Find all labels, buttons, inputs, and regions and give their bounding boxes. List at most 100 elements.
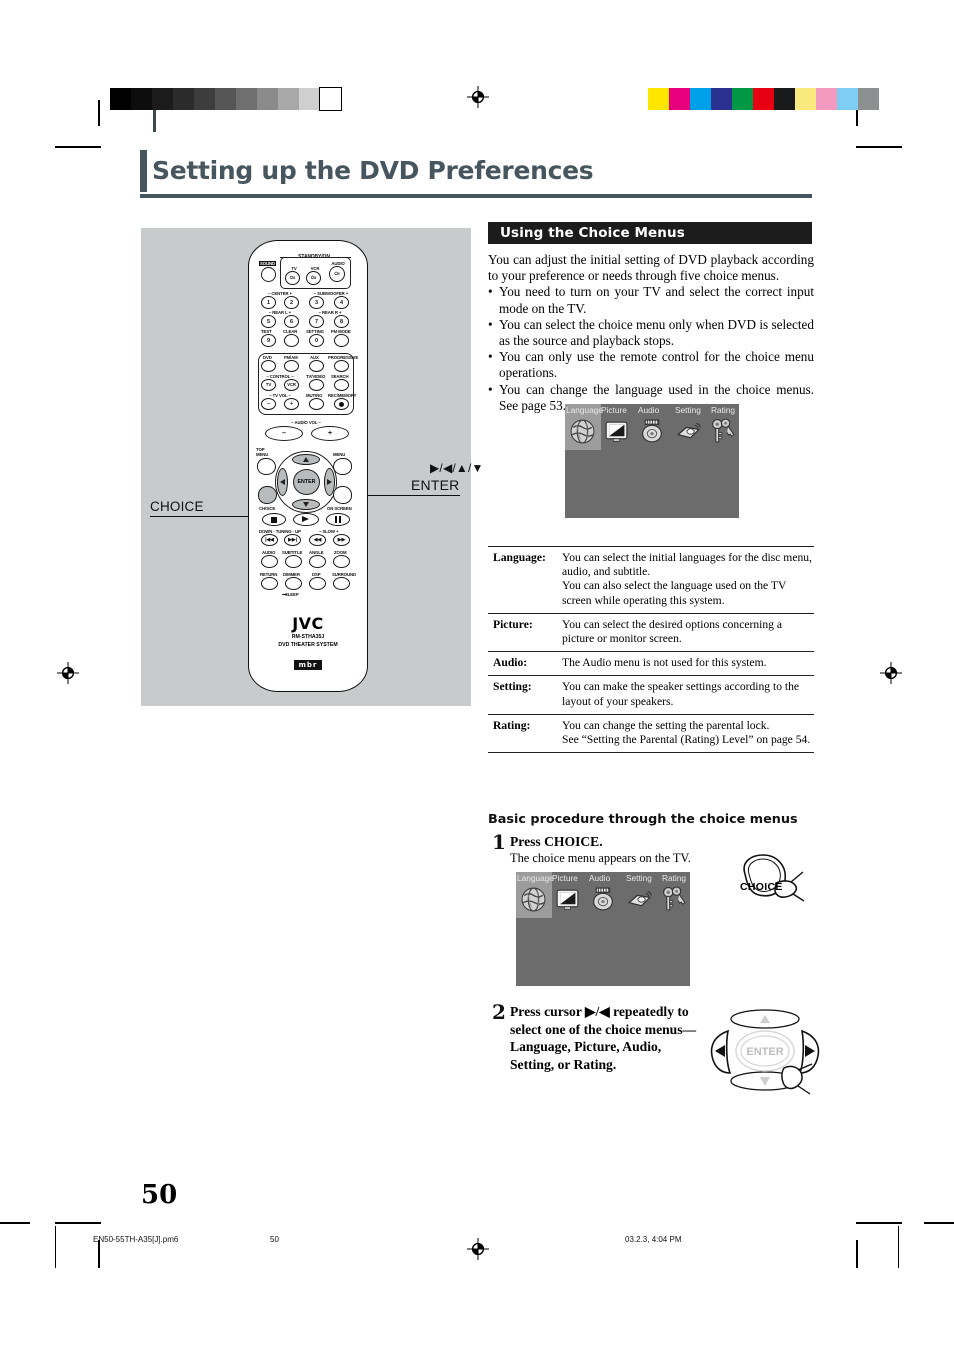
grayscale-swatch xyxy=(152,88,173,110)
remote-keycap-audiovol-plus: + xyxy=(328,430,332,437)
tv-menu-globe-icon xyxy=(569,418,600,450)
tv-menu-tab-picture[interactable]: Picture xyxy=(601,404,627,417)
remote-button-aux[interactable] xyxy=(309,360,324,372)
remote-button-tv-video[interactable] xyxy=(309,379,324,391)
color-swatch xyxy=(858,88,879,110)
remote-button-dvd[interactable] xyxy=(261,360,276,372)
remote-button-menu[interactable] xyxy=(333,458,352,475)
remote-label-center: – CENTER + xyxy=(268,291,292,296)
tv-menu-tab-rating[interactable]: Rating xyxy=(662,872,686,885)
remote-keycap-8: 8 xyxy=(340,319,343,325)
tv-menu-tab-rating[interactable]: Rating xyxy=(711,404,735,417)
tv-menu-tab-language[interactable]: Language xyxy=(517,872,554,885)
remote-button-surround[interactable] xyxy=(333,577,350,590)
registration-mark-bottom xyxy=(467,1238,489,1260)
remote-button-audio-track[interactable] xyxy=(261,555,278,568)
grayscale-bar-tick xyxy=(153,110,156,132)
section-header-bar: Using the Choice Menus xyxy=(488,222,812,244)
tv-menu-tab-audio[interactable]: Audio xyxy=(589,872,610,885)
remote-button-dsp[interactable] xyxy=(309,577,326,590)
grayscale-swatch xyxy=(131,88,152,110)
remote-brand-logo: JVC xyxy=(292,614,324,633)
remote-keycap-tvvol-minus: – xyxy=(267,401,270,407)
remote-button-on-screen[interactable] xyxy=(333,486,352,504)
tv-menu-globe-icon xyxy=(520,886,551,918)
remote-keycap-5: 5 xyxy=(267,319,270,325)
footer-timestamp: 03.2.3, 4:04 PM xyxy=(625,1235,682,1244)
crop-mark-top-left-v xyxy=(98,100,100,126)
remote-button-search[interactable] xyxy=(334,379,349,391)
remote-button-subtitle[interactable] xyxy=(285,555,302,568)
definition-term: Rating: xyxy=(493,718,531,732)
grayscale-swatch xyxy=(173,88,194,110)
tv-menu-monitor-icon xyxy=(603,418,634,450)
step-1-text: Press CHOICE. xyxy=(510,834,603,849)
callout-enter: ENTER xyxy=(411,477,460,493)
color-swatch xyxy=(837,88,858,110)
remote-key-clear[interactable] xyxy=(284,334,299,347)
remote-label-tv-vol: – TV VOL – xyxy=(269,393,291,398)
remote-glyph-tv-power: ⏻/I xyxy=(289,275,296,280)
remote-button-fmam[interactable] xyxy=(284,360,299,372)
remote-keycap-9: 9 xyxy=(267,338,270,344)
remote-button-muting[interactable] xyxy=(309,398,324,410)
registration-mark-left xyxy=(57,662,79,684)
definition-description: You can select the desired options conce… xyxy=(562,617,783,646)
color-swatch xyxy=(669,88,690,110)
page-title-block: Setting up the DVD Preferences xyxy=(140,150,812,198)
definition-term: Picture: xyxy=(493,617,533,631)
grayscale-swatch xyxy=(110,88,131,110)
title-underline xyxy=(140,194,812,198)
definition-term: Setting: xyxy=(493,680,532,694)
bullet-dot: • xyxy=(488,349,493,365)
callout-choice: CHOICE xyxy=(150,499,204,514)
remote-label-audio-vol: – AUDIO VOL – xyxy=(291,420,321,425)
color-calibration-bar xyxy=(648,88,879,110)
cursor-up-arrow-icon xyxy=(303,457,309,462)
tv-menu-tab-language[interactable]: Language xyxy=(566,404,603,417)
remote-keycap-audiovol-minus: – xyxy=(282,430,286,437)
remote-button-enter[interactable]: ENTER xyxy=(293,469,320,495)
title-accent-bar xyxy=(140,150,147,192)
tv-menu-tab-picture[interactable]: Picture xyxy=(552,872,578,885)
tv-menu-tab-setting[interactable]: Setting xyxy=(626,872,652,885)
intro-bullet-3: • You can only use the remote control for… xyxy=(488,349,814,381)
bullet-text: You need to turn on your TV and select t… xyxy=(499,284,814,316)
remote-enter-label: ENTER xyxy=(297,479,316,485)
color-swatch xyxy=(795,88,816,110)
remote-button-sound[interactable] xyxy=(261,267,276,282)
crop-mark-bottom-left-v xyxy=(98,1240,100,1268)
remote-button-zoom[interactable] xyxy=(333,555,350,568)
remote-button-pause[interactable] xyxy=(326,513,350,526)
remote-label-sleep: SLEEP xyxy=(285,592,299,597)
remote-button-top-menu[interactable] xyxy=(257,458,276,475)
remote-label-on-screen: ON SCREEN xyxy=(327,506,352,511)
tv-menu-tab-setting[interactable]: Setting xyxy=(675,404,701,417)
remote-button-choice[interactable] xyxy=(258,486,277,504)
remote-key-fm-mode[interactable] xyxy=(334,334,349,347)
bullet-dot: • xyxy=(488,381,493,397)
grayscale-swatch xyxy=(299,88,320,110)
remote-button-angle[interactable] xyxy=(309,555,326,568)
mbr-badge: mbr xyxy=(293,660,323,670)
remote-keycap-control-vcr: VCR xyxy=(287,382,296,387)
procedure-heading: Basic procedure through the choice menus xyxy=(488,812,798,827)
grayscale-swatch xyxy=(194,88,215,110)
remote-button-dimmer[interactable] xyxy=(285,577,302,590)
sleep-bracket xyxy=(282,594,287,595)
remote-keycap-7: 7 xyxy=(315,319,318,325)
grayscale-swatch xyxy=(278,88,299,110)
grayscale-swatch xyxy=(215,88,236,110)
step-2-number: 2 xyxy=(492,1000,506,1024)
definition-term: Language: xyxy=(493,551,546,564)
remote-label-subwoofer: – SUBWOOFER + xyxy=(313,291,349,296)
pause-icon xyxy=(335,516,337,523)
remote-button-progressive[interactable] xyxy=(334,360,349,372)
grayscale-swatch xyxy=(319,87,342,111)
footer-divider-right xyxy=(924,1222,954,1224)
remote-label-surround: SURROUND xyxy=(332,572,357,577)
prev-icon: |◀◀ xyxy=(265,537,274,543)
color-swatch xyxy=(774,88,795,110)
remote-button-return[interactable] xyxy=(261,577,278,590)
tv-menu-tab-audio[interactable]: Audio xyxy=(638,404,659,417)
